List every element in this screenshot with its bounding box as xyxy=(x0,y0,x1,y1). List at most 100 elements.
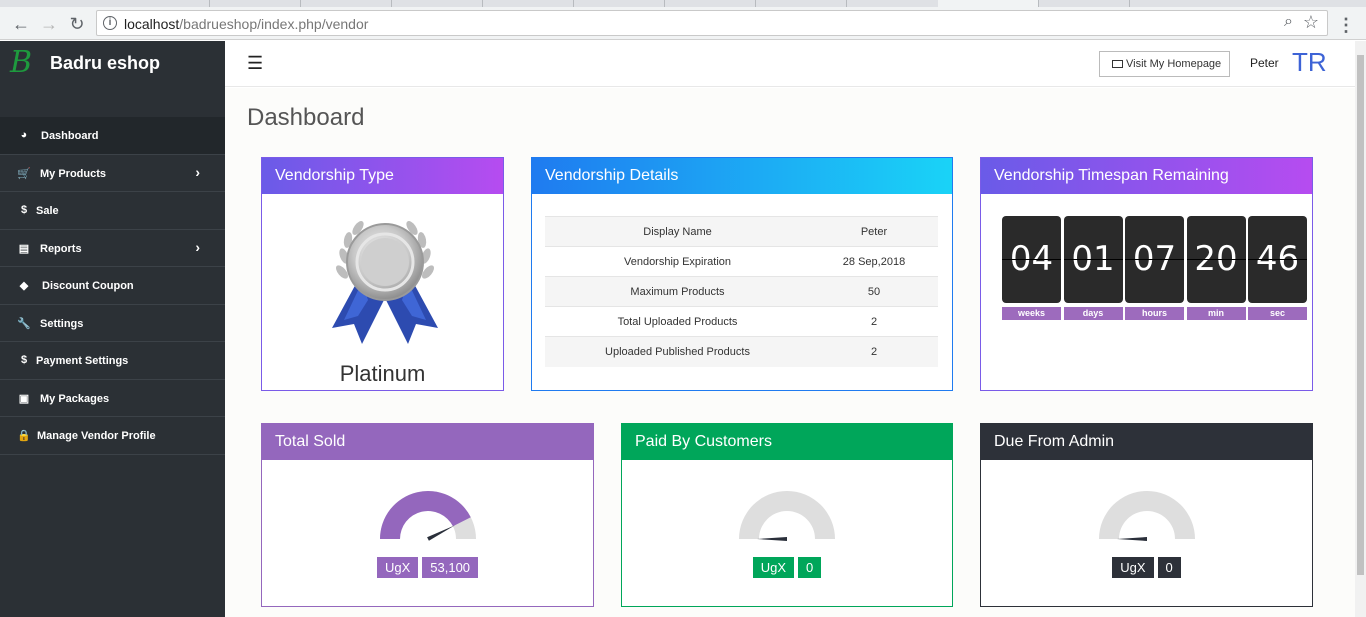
countdown-label: weeks xyxy=(1002,307,1061,320)
gauge-needle xyxy=(1116,537,1147,541)
wrench-icon: 🔧 xyxy=(17,317,31,330)
lock-icon: 🔒 xyxy=(17,430,31,442)
sidebar-item-label: Manage Vendor Profile xyxy=(37,430,156,442)
user-name[interactable]: Peter xyxy=(1250,56,1279,70)
gift-icon: ▣ xyxy=(18,392,30,405)
gauge-track xyxy=(739,491,835,539)
bookmark-star-icon[interactable]: ☆ xyxy=(1303,12,1319,33)
dollar-icon: $ xyxy=(20,354,28,366)
detail-key: Vendorship Expiration xyxy=(545,246,810,277)
table-row: Display Name Peter xyxy=(545,216,938,247)
page-title: Dashboard xyxy=(247,104,365,131)
sidebar-item-label: My Products xyxy=(40,167,107,180)
scrollbar-thumb[interactable] xyxy=(1357,55,1364,575)
detail-key: Maximum Products xyxy=(545,276,810,307)
gauge-needle xyxy=(757,537,787,541)
countdown-label: days xyxy=(1063,307,1123,320)
plan-name: Platinum xyxy=(339,361,426,386)
due-from-admin-title: Due From Admin xyxy=(981,424,1312,460)
sidebar-item-label: Settings xyxy=(40,317,84,330)
zoom-icon[interactable]: ⌕ xyxy=(1284,13,1293,31)
vendorship-details-card: Vendorship Details Display Name Peter Vend… xyxy=(531,157,953,391)
countdown-min: 20 xyxy=(1186,216,1246,303)
info-icon[interactable]: i xyxy=(103,16,117,30)
countdown-sec: 46 xyxy=(1248,216,1307,303)
total-sold-title: Total Sold xyxy=(262,424,593,460)
sidebar-item-dashboard[interactable]: ◕ Dashboard xyxy=(0,117,225,155)
browser-menu-icon[interactable]: ⋮ xyxy=(1337,15,1355,36)
detail-key: Uploaded Published Products xyxy=(545,336,810,367)
browser-tab-strip xyxy=(0,0,1366,7)
timespan-title: Vendorship Timespan Remaining xyxy=(981,158,1312,194)
gauge-needle xyxy=(426,525,455,541)
total-sold-card: Total Sold UgX 53,100 xyxy=(261,423,594,607)
detail-key: Total Uploaded Products xyxy=(545,306,810,337)
countdown-label: min xyxy=(1186,307,1246,320)
countdown-weeks: 04 xyxy=(1002,216,1061,303)
sidebar-item-payment-settings[interactable]: $ Payment Settings xyxy=(0,342,225,380)
detail-value: Peter xyxy=(810,216,938,247)
visit-homepage-label: Visit My Homepage xyxy=(1126,58,1222,70)
sidebar-item-my-packages[interactable]: ▣ My Packages xyxy=(0,380,225,417)
brand-logo: B xyxy=(10,45,33,80)
page-scrollbar[interactable] xyxy=(1355,41,1366,617)
countdown-days: 01 xyxy=(1063,216,1123,303)
sidebar-item-label: Reports xyxy=(40,242,82,255)
paid-by-customers-currency: UgX xyxy=(752,557,795,578)
vendorship-type-card: Vendorship Type Platinum xyxy=(261,157,504,391)
sidebar-item-my-products[interactable]: 🛒 My Products › xyxy=(0,155,225,192)
chevron-right-icon: › xyxy=(195,163,200,180)
cart-icon: 🛒 xyxy=(17,167,31,180)
total-sold-currency: UgX xyxy=(376,557,419,578)
sidebar-item-sale[interactable]: $ Sale xyxy=(0,192,225,230)
main-content: Dashboard Vendorship Type Platinum Vendo… xyxy=(225,88,1355,617)
sidebar-item-label: Dashboard xyxy=(41,130,99,142)
sidebar-item-label: Sale xyxy=(36,205,59,217)
top-navbar: ☰ Visit My Homepage Peter TR xyxy=(225,41,1355,87)
countdown-label: hours xyxy=(1125,307,1184,320)
hamburger-menu-icon[interactable]: ☰ xyxy=(247,53,263,74)
reload-icon[interactable]: ↻ xyxy=(66,13,88,35)
table-row: Maximum Products 50 xyxy=(545,276,938,307)
sidebar-item-label: My Packages xyxy=(40,392,110,405)
silver-medal-icon xyxy=(332,221,438,344)
dashboard-icon: ◕ xyxy=(20,129,28,141)
vendorship-details-table: Display Name Peter Vendorship Expiration 28… xyxy=(545,216,938,367)
due-from-admin-gauge xyxy=(1098,491,1195,541)
sidebar-item-label: Payment Settings xyxy=(36,355,129,367)
paid-by-customers-card: Paid By Customers UgX 0 xyxy=(621,423,953,607)
total-sold-value: 53,100 xyxy=(422,557,479,578)
sidebar-item-settings[interactable]: 🔧 Settings xyxy=(0,305,225,342)
due-from-admin-currency: UgX xyxy=(1112,557,1154,578)
user-avatar[interactable]: TR xyxy=(1292,47,1327,78)
visit-homepage-button[interactable]: Visit My Homepage xyxy=(1099,51,1230,77)
total-sold-gauge xyxy=(379,491,476,541)
detail-key: Display Name xyxy=(545,216,810,247)
detail-value: 2 xyxy=(810,306,938,337)
table-row: Uploaded Published Products 2 xyxy=(545,336,938,367)
detail-value: 28 Sep,2018 xyxy=(810,246,938,277)
paid-by-customers-title: Paid By Customers xyxy=(622,424,952,460)
dollar-icon: $ xyxy=(20,204,28,216)
forward-icon[interactable]: → xyxy=(38,13,60,35)
address-bar[interactable]: i localhost/badrueshop/index.php/vendor … xyxy=(96,10,1328,36)
chevron-right-icon: › xyxy=(195,238,200,255)
sidebar-item-manage-vendor-profile[interactable]: 🔒 Manage Vendor Profile xyxy=(0,417,225,455)
sidebar-item-reports[interactable]: ▤ Reports › xyxy=(0,230,225,267)
detail-value: 2 xyxy=(810,336,938,367)
sidebar: B Badru eshop ◕ Dashboard 🛒 My Products › $ Sa… xyxy=(0,41,225,617)
file-icon: ▤ xyxy=(18,242,30,255)
brand[interactable]: B Badru eshop xyxy=(0,41,225,87)
browser-toolbar: ← → ↻ i localhost/badrueshop/index.php/v… xyxy=(0,7,1366,40)
address-url[interactable]: localhost/badrueshop/index.php/vendor xyxy=(124,16,368,32)
active-browser-tab[interactable] xyxy=(938,0,1038,7)
sidebar-item-label: Discount Coupon xyxy=(42,280,134,292)
sidebar-item-discount-coupon[interactable]: ◆ Discount Coupon xyxy=(0,267,225,305)
paid-by-customers-gauge xyxy=(739,491,835,541)
monitor-icon xyxy=(1112,60,1123,68)
back-icon[interactable]: ← xyxy=(10,13,32,35)
table-row: Vendorship Expiration 28 Sep,2018 xyxy=(545,246,938,277)
vendorship-details-title: Vendorship Details xyxy=(532,158,952,194)
countdown-label: sec xyxy=(1248,307,1307,320)
detail-value: 50 xyxy=(810,276,938,307)
